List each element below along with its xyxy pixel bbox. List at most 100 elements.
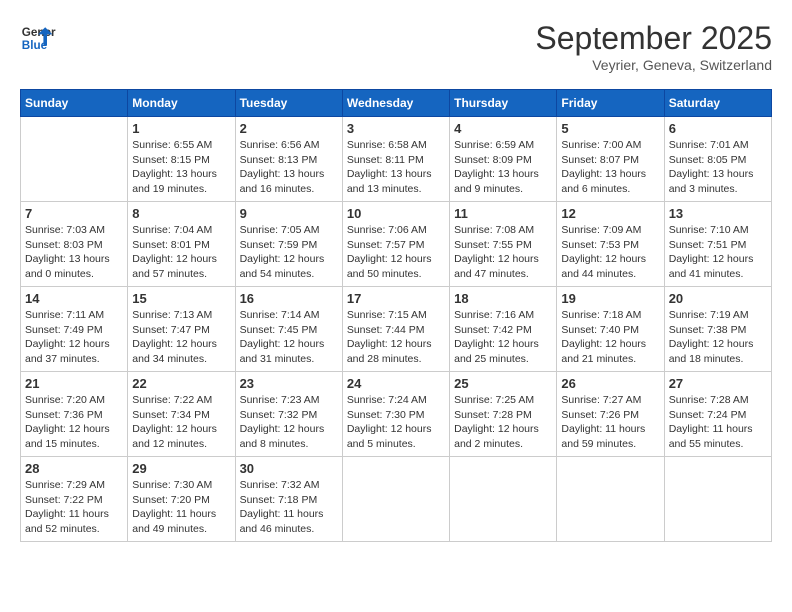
weekday-header-sunday: Sunday bbox=[21, 90, 128, 117]
day-number: 5 bbox=[561, 121, 659, 136]
week-row-4: 28 Sunrise: 7:29 AM Sunset: 7:22 PM Dayli… bbox=[21, 457, 772, 542]
calendar-cell: 1 Sunrise: 6:55 AM Sunset: 8:15 PM Daylig… bbox=[128, 117, 235, 202]
calendar-cell: 13 Sunrise: 7:10 AM Sunset: 7:51 PM Dayli… bbox=[664, 202, 771, 287]
calendar-cell: 16Sunrise: 7:14 AM Sunset: 7:45 PM Dayli… bbox=[235, 287, 342, 372]
day-info: Sunrise: 7:22 AM Sunset: 7:34 PM Dayligh… bbox=[132, 393, 230, 452]
calendar-cell: 21 Sunrise: 7:20 AM Sunset: 7:36 PM Dayli… bbox=[21, 372, 128, 457]
day-info: Sunrise: 7:20 AM Sunset: 7:36 PM Dayligh… bbox=[25, 393, 123, 452]
day-info: Sunrise: 7:23 AM Sunset: 7:32 PM Dayligh… bbox=[240, 393, 338, 452]
calendar-cell: 3 Sunrise: 6:58 AM Sunset: 8:11 PM Daylig… bbox=[342, 117, 449, 202]
day-info: Sunrise: 6:58 AM Sunset: 8:11 PM Dayligh… bbox=[347, 138, 445, 197]
day-number: 3 bbox=[347, 121, 445, 136]
calendar-cell: 12Sunrise: 7:09 AM Sunset: 7:53 PM Dayli… bbox=[557, 202, 664, 287]
calendar-cell: 25 Sunrise: 7:25 AM Sunset: 7:28 PM Dayli… bbox=[450, 372, 557, 457]
day-number: 27 bbox=[669, 376, 767, 391]
day-number: 25 bbox=[454, 376, 552, 391]
day-info: Sunrise: 7:15 AM Sunset: 7:44 PM Dayligh… bbox=[347, 308, 445, 367]
weekday-header-monday: Monday bbox=[128, 90, 235, 117]
calendar-cell bbox=[21, 117, 128, 202]
weekday-header-saturday: Saturday bbox=[664, 90, 771, 117]
day-number: 28 bbox=[25, 461, 123, 476]
calendar-header: SundayMondayTuesdayWednesdayThursdayFrid… bbox=[21, 90, 772, 117]
day-info: Sunrise: 6:55 AM Sunset: 8:15 PM Dayligh… bbox=[132, 138, 230, 197]
day-info: Sunrise: 7:00 AM Sunset: 8:07 PM Dayligh… bbox=[561, 138, 659, 197]
calendar-cell: 9 Sunrise: 7:05 AM Sunset: 7:59 PM Daylig… bbox=[235, 202, 342, 287]
day-number: 2 bbox=[240, 121, 338, 136]
calendar-table: SundayMondayTuesdayWednesdayThursdayFrid… bbox=[20, 89, 772, 542]
day-number: 9 bbox=[240, 206, 338, 221]
title-block: September 2025 Veyrier, Geneva, Switzerl… bbox=[535, 20, 772, 73]
day-number: 18 bbox=[454, 291, 552, 306]
day-info: Sunrise: 7:28 AM Sunset: 7:24 PM Dayligh… bbox=[669, 393, 767, 452]
day-info: Sunrise: 7:11 AM Sunset: 7:49 PM Dayligh… bbox=[25, 308, 123, 367]
day-number: 29 bbox=[132, 461, 230, 476]
calendar-cell: 23Sunrise: 7:23 AM Sunset: 7:32 PM Dayli… bbox=[235, 372, 342, 457]
day-number: 17 bbox=[347, 291, 445, 306]
day-info: Sunrise: 7:25 AM Sunset: 7:28 PM Dayligh… bbox=[454, 393, 552, 452]
calendar-cell bbox=[557, 457, 664, 542]
day-info: Sunrise: 7:29 AM Sunset: 7:22 PM Dayligh… bbox=[25, 478, 123, 537]
week-row-2: 14 Sunrise: 7:11 AM Sunset: 7:49 PM Dayli… bbox=[21, 287, 772, 372]
day-number: 26 bbox=[561, 376, 659, 391]
weekday-header-wednesday: Wednesday bbox=[342, 90, 449, 117]
calendar-cell bbox=[450, 457, 557, 542]
calendar-cell: 2Sunrise: 6:56 AM Sunset: 8:13 PM Daylig… bbox=[235, 117, 342, 202]
day-number: 13 bbox=[669, 206, 767, 221]
calendar-cell: 19 Sunrise: 7:18 AM Sunset: 7:40 PM Dayli… bbox=[557, 287, 664, 372]
day-info: Sunrise: 7:10 AM Sunset: 7:51 PM Dayligh… bbox=[669, 223, 767, 282]
day-info: Sunrise: 7:08 AM Sunset: 7:55 PM Dayligh… bbox=[454, 223, 552, 282]
calendar-cell: 28 Sunrise: 7:29 AM Sunset: 7:22 PM Dayli… bbox=[21, 457, 128, 542]
page-header: General Blue September 2025 Veyrier, Gen… bbox=[20, 20, 772, 73]
weekday-header-thursday: Thursday bbox=[450, 90, 557, 117]
calendar-cell: 29Sunrise: 7:30 AM Sunset: 7:20 PM Dayli… bbox=[128, 457, 235, 542]
location: Veyrier, Geneva, Switzerland bbox=[535, 57, 772, 73]
day-number: 7 bbox=[25, 206, 123, 221]
calendar-cell: 7Sunrise: 7:03 AM Sunset: 8:03 PM Daylig… bbox=[21, 202, 128, 287]
calendar-cell: 4 Sunrise: 6:59 AM Sunset: 8:09 PM Daylig… bbox=[450, 117, 557, 202]
day-info: Sunrise: 7:16 AM Sunset: 7:42 PM Dayligh… bbox=[454, 308, 552, 367]
calendar-cell: 5 Sunrise: 7:00 AM Sunset: 8:07 PM Daylig… bbox=[557, 117, 664, 202]
calendar-cell: 8Sunrise: 7:04 AM Sunset: 8:01 PM Daylig… bbox=[128, 202, 235, 287]
calendar-cell: 14 Sunrise: 7:11 AM Sunset: 7:49 PM Dayli… bbox=[21, 287, 128, 372]
day-info: Sunrise: 7:05 AM Sunset: 7:59 PM Dayligh… bbox=[240, 223, 338, 282]
day-number: 22 bbox=[132, 376, 230, 391]
day-number: 21 bbox=[25, 376, 123, 391]
day-info: Sunrise: 7:04 AM Sunset: 8:01 PM Dayligh… bbox=[132, 223, 230, 282]
day-number: 11 bbox=[454, 206, 552, 221]
day-number: 1 bbox=[132, 121, 230, 136]
day-number: 24 bbox=[347, 376, 445, 391]
day-info: Sunrise: 7:09 AM Sunset: 7:53 PM Dayligh… bbox=[561, 223, 659, 282]
day-info: Sunrise: 7:13 AM Sunset: 7:47 PM Dayligh… bbox=[132, 308, 230, 367]
calendar-cell: 18 Sunrise: 7:16 AM Sunset: 7:42 PM Dayli… bbox=[450, 287, 557, 372]
calendar-cell: 26 Sunrise: 7:27 AM Sunset: 7:26 PM Dayli… bbox=[557, 372, 664, 457]
week-row-3: 21 Sunrise: 7:20 AM Sunset: 7:36 PM Dayli… bbox=[21, 372, 772, 457]
day-info: Sunrise: 7:06 AM Sunset: 7:57 PM Dayligh… bbox=[347, 223, 445, 282]
week-row-0: 1 Sunrise: 6:55 AM Sunset: 8:15 PM Daylig… bbox=[21, 117, 772, 202]
day-number: 15 bbox=[132, 291, 230, 306]
weekday-header-friday: Friday bbox=[557, 90, 664, 117]
svg-text:General: General bbox=[22, 26, 56, 39]
day-number: 30 bbox=[240, 461, 338, 476]
day-number: 4 bbox=[454, 121, 552, 136]
calendar-cell: 11 Sunrise: 7:08 AM Sunset: 7:55 PM Dayli… bbox=[450, 202, 557, 287]
calendar-cell bbox=[664, 457, 771, 542]
day-info: Sunrise: 7:01 AM Sunset: 8:05 PM Dayligh… bbox=[669, 138, 767, 197]
calendar-cell: 6 Sunrise: 7:01 AM Sunset: 8:05 PM Daylig… bbox=[664, 117, 771, 202]
calendar-cell: 17 Sunrise: 7:15 AM Sunset: 7:44 PM Dayli… bbox=[342, 287, 449, 372]
day-info: Sunrise: 6:59 AM Sunset: 8:09 PM Dayligh… bbox=[454, 138, 552, 197]
day-info: Sunrise: 7:18 AM Sunset: 7:40 PM Dayligh… bbox=[561, 308, 659, 367]
day-number: 6 bbox=[669, 121, 767, 136]
day-number: 14 bbox=[25, 291, 123, 306]
calendar-cell: 15 Sunrise: 7:13 AM Sunset: 7:47 PM Dayli… bbox=[128, 287, 235, 372]
day-number: 19 bbox=[561, 291, 659, 306]
day-info: Sunrise: 7:27 AM Sunset: 7:26 PM Dayligh… bbox=[561, 393, 659, 452]
month-title: September 2025 bbox=[535, 20, 772, 57]
calendar-cell: 24Sunrise: 7:24 AM Sunset: 7:30 PM Dayli… bbox=[342, 372, 449, 457]
logo: General Blue bbox=[20, 20, 56, 56]
day-number: 20 bbox=[669, 291, 767, 306]
day-info: Sunrise: 7:14 AM Sunset: 7:45 PM Dayligh… bbox=[240, 308, 338, 367]
day-number: 10 bbox=[347, 206, 445, 221]
calendar-cell: 22 Sunrise: 7:22 AM Sunset: 7:34 PM Dayli… bbox=[128, 372, 235, 457]
calendar-cell: 27 Sunrise: 7:28 AM Sunset: 7:24 PM Dayli… bbox=[664, 372, 771, 457]
weekday-header-tuesday: Tuesday bbox=[235, 90, 342, 117]
